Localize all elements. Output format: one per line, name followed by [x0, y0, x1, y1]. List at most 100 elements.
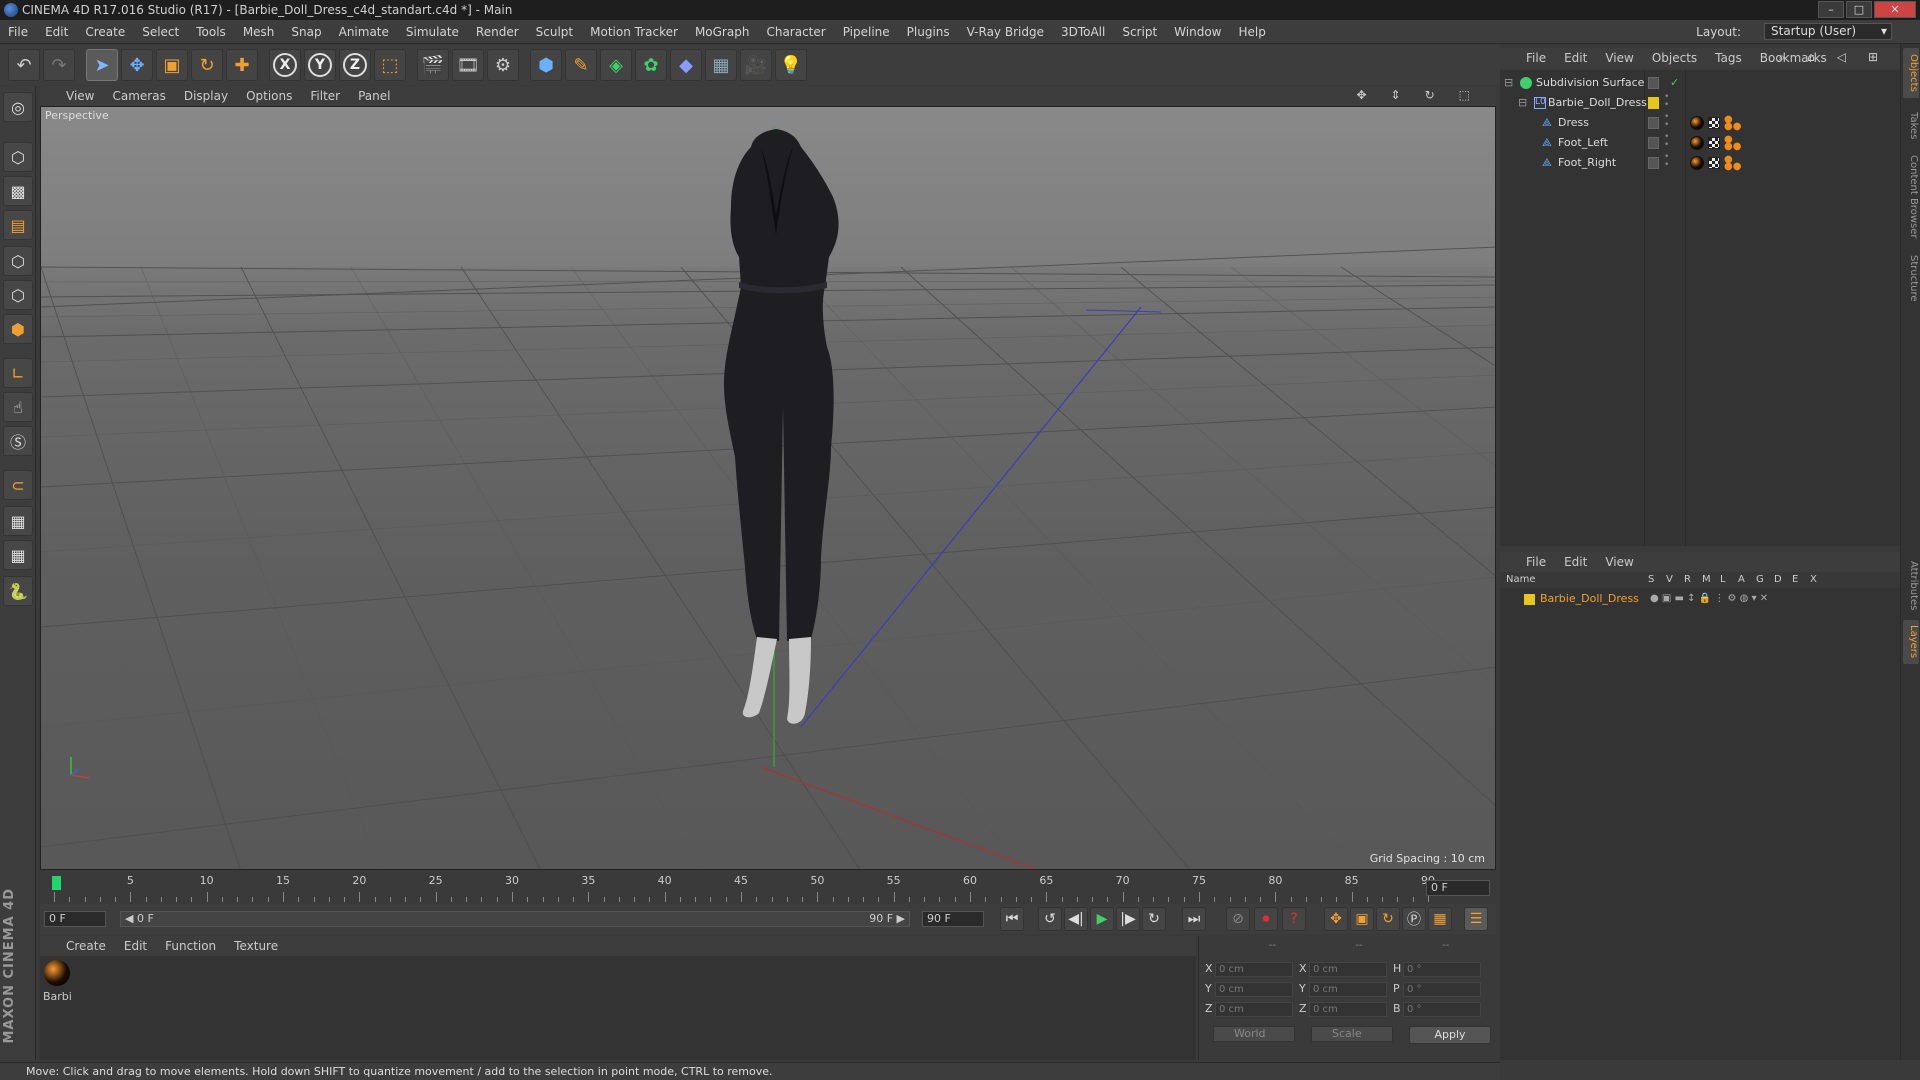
menu-file[interactable]: File: [8, 25, 28, 39]
material-tag-icon[interactable]: [1690, 116, 1704, 130]
coordinate-space-dropdown[interactable]: World: [1213, 1026, 1295, 1042]
size-z-field[interactable]: 0 cm: [1309, 1002, 1387, 1017]
add-light-button[interactable]: 💡: [775, 49, 807, 81]
viewport-menu-display[interactable]: Display: [184, 89, 228, 103]
visibility-dots[interactable]: • •: [1664, 93, 1669, 110]
tweak-mode-button[interactable]: ☝: [3, 392, 33, 422]
add-subdivision-button[interactable]: ◈: [600, 49, 632, 81]
layer-toggle[interactable]: [1648, 77, 1659, 89]
size-y-field[interactable]: 0 cm: [1309, 982, 1387, 997]
home-icon[interactable]: ⌂: [1807, 50, 1815, 65]
menu-pipeline[interactable]: Pipeline: [843, 25, 890, 39]
key-scale-button[interactable]: ▣: [1350, 907, 1374, 931]
visibility-dots[interactable]: • •: [1664, 133, 1669, 150]
start-frame-field[interactable]: 0 F: [44, 911, 106, 927]
go-to-end-button[interactable]: ⏭: [1182, 907, 1206, 931]
layer-flag-icons[interactable]: ● ▣ ▬ ↕ 🔒 ⋮ ⚙ ◍ ▾ ✕: [1650, 590, 1768, 608]
menu-snap[interactable]: Snap: [291, 25, 321, 39]
maximize-button[interactable]: □: [1846, 1, 1872, 18]
close-button[interactable]: ✕: [1874, 1, 1916, 18]
preview-range-slider[interactable]: ◀ 0 F 90 F ▶: [120, 911, 910, 927]
rotate-view-icon[interactable]: ↻: [1425, 88, 1435, 102]
position-z-field[interactable]: 0 cm: [1215, 1002, 1293, 1017]
material-menu-function[interactable]: Function: [165, 939, 216, 953]
lm-menu-edit[interactable]: Edit: [1564, 555, 1587, 569]
menu-script[interactable]: Script: [1122, 25, 1157, 39]
rotate-tool-button[interactable]: ↻: [191, 49, 223, 81]
menu-animate[interactable]: Animate: [339, 25, 389, 39]
uvw-tag-icon[interactable]: [1708, 157, 1720, 169]
undo-button[interactable]: ↶: [8, 49, 40, 81]
material-menu-create[interactable]: Create: [66, 939, 106, 953]
menu-tools[interactable]: Tools: [196, 25, 226, 39]
layer-row[interactable]: Barbie_Doll_Dress ● ▣ ▬ ↕ 🔒 ⋮ ⚙ ◍ ▾ ✕: [1500, 590, 1900, 608]
selection-tag-icon[interactable]: ● ●●: [1724, 155, 1741, 172]
size-mode-dropdown[interactable]: Scale: [1311, 1026, 1393, 1042]
next-key-button[interactable]: ↻: [1142, 907, 1166, 931]
redo-button[interactable]: ↷: [43, 49, 75, 81]
menu-3dtoall[interactable]: 3DToAll: [1061, 25, 1105, 39]
previous-key-button[interactable]: ↺: [1038, 907, 1062, 931]
current-frame-field[interactable]: 0 F: [1426, 880, 1490, 896]
viewport-menu-panel[interactable]: Panel: [358, 89, 390, 103]
object-row-foot-left[interactable]: ⟁ Foot_Left • • ● ●●: [1500, 133, 1900, 153]
object-row-subdivision-surface[interactable]: ⊟ Subdivision Surface ✓: [1500, 73, 1900, 93]
render-settings-button[interactable]: ⚙: [487, 49, 519, 81]
texture-mode-button[interactable]: ▩: [3, 176, 33, 206]
selection-tag-icon[interactable]: ● ●●: [1724, 135, 1741, 152]
add-camera-button[interactable]: 🎥: [740, 49, 772, 81]
key-position-button[interactable]: ✥: [1324, 907, 1348, 931]
points-mode-button[interactable]: ⬡: [3, 246, 33, 276]
layout-dropdown[interactable]: Startup (User): [1764, 23, 1892, 40]
viewport-menu-filter[interactable]: Filter: [310, 89, 340, 103]
position-y-field[interactable]: 0 cm: [1215, 982, 1293, 997]
menu-select[interactable]: Select: [142, 25, 179, 39]
lm-menu-view[interactable]: View: [1605, 555, 1633, 569]
next-frame-button[interactable]: |▶: [1116, 907, 1140, 931]
lm-menu-file[interactable]: File: [1526, 555, 1546, 569]
tab-attributes[interactable]: Attributes: [1903, 556, 1919, 616]
viewport-menu-view[interactable]: View: [66, 89, 94, 103]
uvw-tag-icon[interactable]: [1708, 117, 1720, 129]
autokey-button[interactable]: ?: [1282, 907, 1306, 931]
timeline-settings-button[interactable]: ☰: [1464, 907, 1488, 931]
workplane-mode-button[interactable]: ▤: [3, 210, 33, 240]
back-icon[interactable]: ◁: [1837, 50, 1846, 65]
menu-plugins[interactable]: Plugins: [907, 25, 950, 39]
z-axis-lock-button[interactable]: Z: [339, 49, 371, 81]
layer-toggle[interactable]: [1648, 117, 1659, 129]
collapse-icon[interactable]: ⊟: [1504, 73, 1513, 93]
lock-workplane-button[interactable]: ▦: [3, 506, 33, 536]
apply-button[interactable]: Apply: [1409, 1026, 1491, 1044]
menu-render[interactable]: Render: [476, 25, 519, 39]
viewport-menu-cameras[interactable]: Cameras: [112, 89, 165, 103]
minimize-button[interactable]: –: [1818, 1, 1844, 18]
add-deformer-button[interactable]: ◆: [670, 49, 702, 81]
rotation-p-field[interactable]: 0 °: [1403, 982, 1481, 997]
om-menu-objects[interactable]: Objects: [1652, 51, 1697, 65]
tab-structure[interactable]: Structure: [1903, 248, 1919, 308]
material-tag-icon[interactable]: [1690, 136, 1704, 150]
menu-create[interactable]: Create: [85, 25, 125, 39]
recent-tool-button[interactable]: ✚: [226, 49, 258, 81]
key-pla-button[interactable]: ▦: [1428, 907, 1452, 931]
edges-mode-button[interactable]: ⬡: [3, 280, 33, 310]
menu-vray-bridge[interactable]: V-Ray Bridge: [967, 25, 1044, 39]
object-row-dress[interactable]: ⟁ Dress • • ● ●●: [1500, 113, 1900, 133]
axis-mode-button[interactable]: ∟: [3, 358, 33, 388]
menu-character[interactable]: Character: [766, 25, 825, 39]
timeline-current-marker[interactable]: [52, 876, 61, 890]
viewport-menu-options[interactable]: Options: [246, 89, 292, 103]
x-axis-lock-button[interactable]: X: [269, 49, 301, 81]
uvw-tag-icon[interactable]: [1708, 137, 1720, 149]
layer-toggle[interactable]: [1648, 157, 1659, 169]
menu-motion-tracker[interactable]: Motion Tracker: [590, 25, 678, 39]
add-array-button[interactable]: ✿: [635, 49, 667, 81]
scale-tool-button[interactable]: ▣: [156, 49, 188, 81]
size-x-field[interactable]: 0 cm: [1309, 962, 1387, 977]
om-menu-view[interactable]: View: [1605, 51, 1633, 65]
om-menu-edit[interactable]: Edit: [1564, 51, 1587, 65]
visibility-dots[interactable]: • •: [1664, 153, 1669, 170]
tab-takes[interactable]: Takes: [1903, 106, 1919, 146]
tab-content-browser[interactable]: Content Browser: [1903, 152, 1919, 242]
